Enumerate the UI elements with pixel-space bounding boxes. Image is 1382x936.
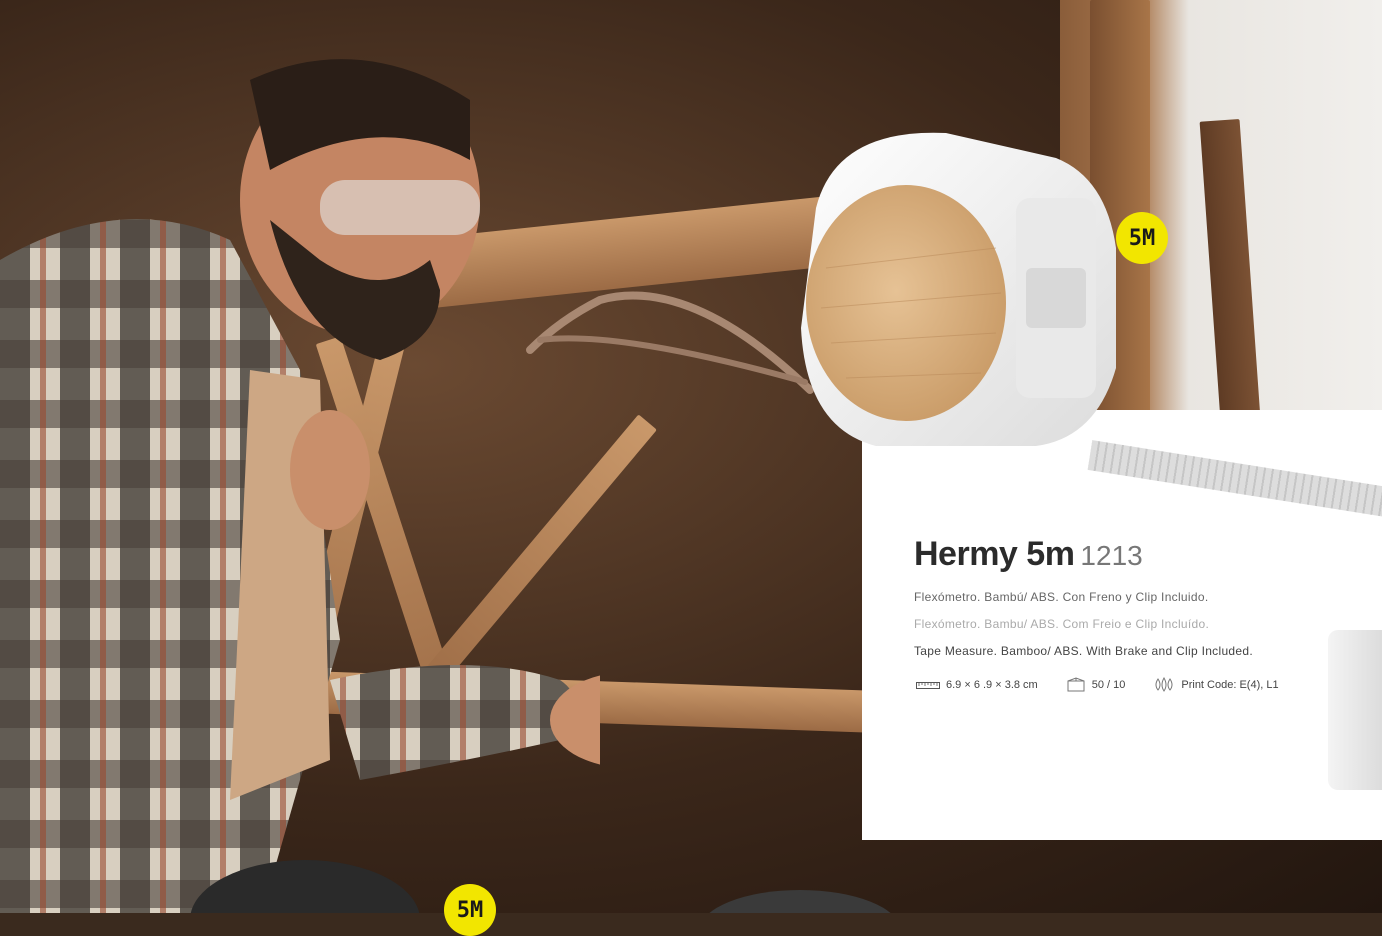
- print-code-value: Print Code: E(4), L1: [1181, 679, 1279, 691]
- spec-row: 6.9 × 6 .9 × 3.8 cm 50 / 10 Print Code: …: [916, 677, 1307, 693]
- product-title: Hermy 5m: [914, 535, 1075, 573]
- box-icon: [1067, 677, 1085, 692]
- product-thumbnail: [1328, 630, 1382, 790]
- length-badge: 5M: [1116, 212, 1168, 264]
- product-title-row: Hermy 5m 1213: [914, 535, 1143, 574]
- product-code: 1213: [1080, 540, 1143, 571]
- tape-measure-product: [801, 132, 1116, 446]
- tape-strap: [526, 291, 814, 394]
- carpenter-figure: [0, 59, 600, 913]
- ruler-icon: [916, 682, 940, 689]
- print-drops-icon: [1155, 677, 1173, 692]
- description-pt: Flexómetro. Bambu/ ABS. Com Freio e Clip…: [914, 617, 1210, 631]
- packaging-value: 50 / 10: [1091, 679, 1126, 691]
- length-badge-bottom: 5M: [444, 884, 496, 936]
- description-en: Tape Measure. Bamboo/ ABS. With Brake an…: [914, 644, 1253, 658]
- spec-packaging: 50 / 10: [1066, 677, 1126, 693]
- dimensions-value: 6.9 × 6 .9 × 3.8 cm: [946, 679, 1038, 691]
- spec-dimensions: 6.9 × 6 .9 × 3.8 cm: [916, 679, 1038, 691]
- bottom-product-shadow: [700, 890, 900, 913]
- description-es: Flexómetro. Bambú/ ABS. Con Freno y Clip…: [914, 590, 1209, 604]
- spec-print: Print Code: E(4), L1: [1153, 677, 1279, 693]
